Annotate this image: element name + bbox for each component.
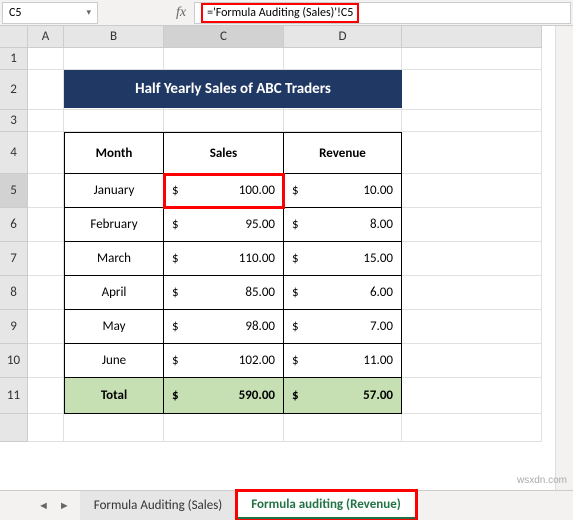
cell-sales[interactable]: $110.00	[164, 242, 284, 276]
header-revenue: Revenue	[284, 132, 402, 174]
cell-sales-active[interactable]: $100.00	[164, 174, 284, 208]
row-header-10[interactable]: 10	[0, 344, 28, 378]
col-header-b[interactable]: B	[64, 26, 164, 48]
cell-total-sales[interactable]: $590.00	[164, 378, 284, 414]
table-row-total: Total $590.00 $57.00	[64, 378, 402, 414]
page-title: Half Yearly Sales of ABC Traders	[64, 70, 402, 108]
table-row: March $110.00 $15.00	[64, 242, 402, 276]
cell-sales[interactable]: $98.00	[164, 310, 284, 344]
cell-month[interactable]: June	[64, 344, 164, 378]
cell-sales[interactable]: $85.00	[164, 276, 284, 310]
col-header-c[interactable]: C	[164, 26, 284, 48]
row-header-1[interactable]: 1	[0, 48, 28, 70]
cell-total-label[interactable]: Total	[64, 378, 164, 414]
cell-revenue[interactable]: $11.00	[284, 344, 402, 378]
cell-revenue[interactable]: $10.00	[284, 174, 402, 208]
row-header-blank[interactable]	[0, 414, 28, 442]
table-row: May $98.00 $7.00	[64, 310, 402, 344]
cell-revenue[interactable]: $15.00	[284, 242, 402, 276]
data-table: Month Sales Revenue January $100.00 $10.…	[64, 132, 402, 414]
row-header-8[interactable]: 8	[0, 276, 28, 310]
row-header-4[interactable]: 4	[0, 132, 28, 174]
row-header-11[interactable]: 11	[0, 378, 28, 414]
formula-bar: C5 ▾ fx ='Formula Auditing (Sales)'!C5	[0, 0, 573, 26]
table-row: February $95.00 $8.00	[64, 208, 402, 242]
triangle-left-icon[interactable]: ◄	[38, 499, 49, 512]
row-header-7[interactable]: 7	[0, 242, 28, 276]
table-row: April $85.00 $6.00	[64, 276, 402, 310]
row-header-5[interactable]: 5	[0, 174, 28, 208]
header-sales: Sales	[164, 132, 284, 174]
cell-month[interactable]: March	[64, 242, 164, 276]
row-header-3[interactable]: 3	[0, 110, 28, 132]
row-headers: 1 2 3 4 5 6 7 8 9 10 11	[0, 48, 28, 442]
cell-month[interactable]: May	[64, 310, 164, 344]
select-all-button[interactable]	[0, 26, 28, 48]
fx-icon[interactable]: fx	[168, 5, 194, 21]
sheet-tabs: ◄ ► Formula Auditing (Sales) Formula aud…	[0, 490, 573, 520]
tab-sales[interactable]: Formula Auditing (Sales)	[80, 491, 237, 520]
formula-input[interactable]: ='Formula Auditing (Sales)'!C5	[194, 2, 571, 24]
triangle-right-icon[interactable]: ►	[59, 499, 70, 512]
row-header-6[interactable]: 6	[0, 208, 28, 242]
col-header-d[interactable]: D	[284, 26, 402, 48]
tab-nav[interactable]: ◄ ►	[28, 491, 80, 520]
watermark: wsxdn.com	[517, 475, 567, 486]
cell-month[interactable]: April	[64, 276, 164, 310]
tab-label: Formula auditing (Revenue)	[251, 497, 401, 512]
tab-label: Formula Auditing (Sales)	[94, 498, 222, 513]
name-box[interactable]: C5 ▾	[2, 2, 98, 24]
header-month: Month	[64, 132, 164, 174]
name-box-value: C5	[9, 6, 21, 20]
cell-month[interactable]: February	[64, 208, 164, 242]
cell-sales[interactable]: $95.00	[164, 208, 284, 242]
table-row: June $102.00 $11.00	[64, 344, 402, 378]
row-header-2[interactable]: 2	[0, 70, 28, 110]
cell-revenue[interactable]: $8.00	[284, 208, 402, 242]
column-headers: A B C D	[0, 26, 573, 48]
col-header-a[interactable]: A	[28, 26, 64, 48]
row-header-9[interactable]: 9	[0, 310, 28, 344]
cells-area[interactable]: Half Yearly Sales of ABC Traders Month S…	[28, 48, 542, 442]
tab-revenue[interactable]: Formula auditing (Revenue)	[237, 491, 416, 520]
table-row: January $100.00 $10.00	[64, 174, 402, 208]
cell-month[interactable]: January	[64, 174, 164, 208]
cell-sales[interactable]: $102.00	[164, 344, 284, 378]
chevron-down-icon[interactable]: ▾	[86, 7, 91, 18]
cell-revenue[interactable]: $7.00	[284, 310, 402, 344]
formula-text: ='Formula Auditing (Sales)'!C5	[201, 3, 359, 23]
col-header-blank[interactable]	[402, 26, 542, 48]
cell-revenue[interactable]: $6.00	[284, 276, 402, 310]
cell-total-revenue[interactable]: $57.00	[284, 378, 402, 414]
vertical-scrollbar[interactable]	[555, 26, 573, 490]
